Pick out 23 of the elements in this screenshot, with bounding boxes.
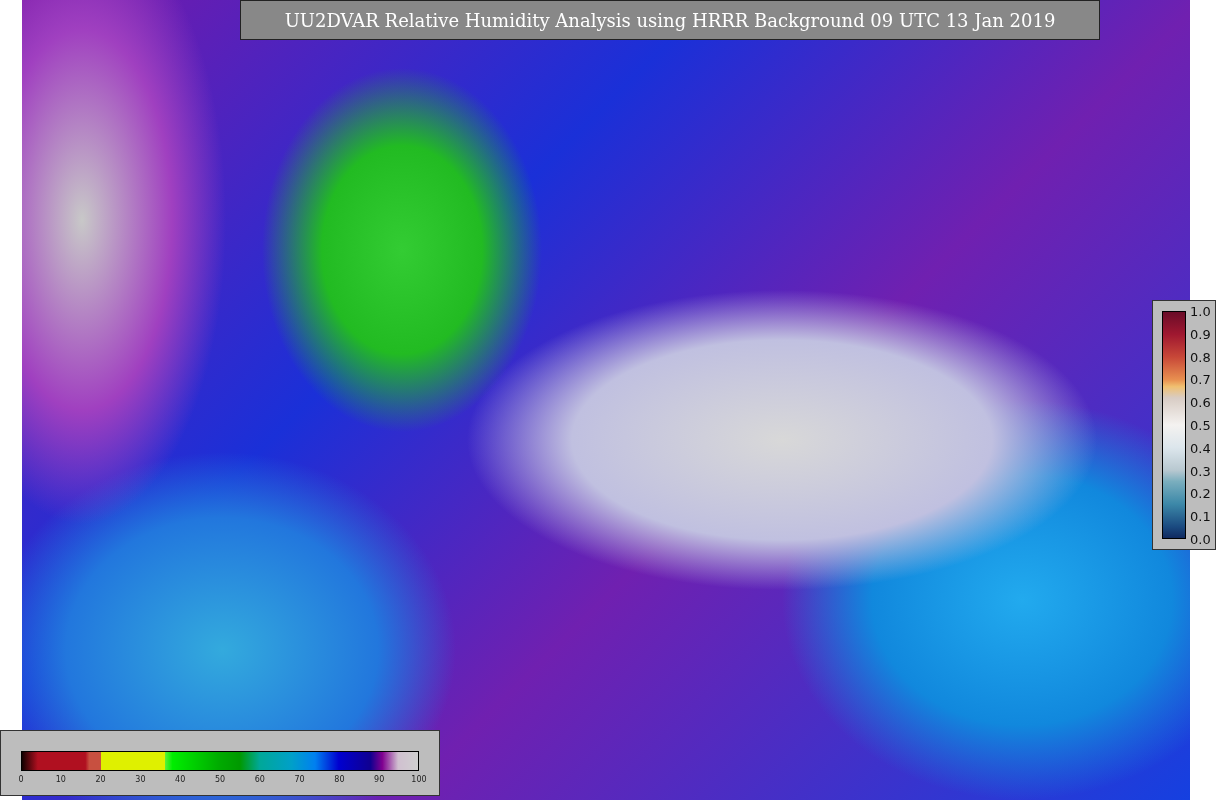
tick-label: 70 [294, 775, 305, 784]
tick-label: 0.8 [1190, 349, 1211, 365]
tick-label: 30 [135, 775, 146, 784]
tick-label: 20 [95, 775, 106, 784]
tick-label: 0 [18, 775, 24, 784]
tick-label: 0.7 [1190, 371, 1211, 387]
tick-label: 80 [334, 775, 345, 784]
tick-label: 1.0 [1190, 303, 1211, 319]
tick-label: 50 [214, 775, 226, 784]
tick-label: 0.9 [1190, 326, 1211, 342]
tick-label: 0.6 [1190, 394, 1211, 410]
tick-label: 10 [55, 775, 66, 784]
tick-label: 0.4 [1190, 440, 1211, 456]
tick-label: 0.2 [1190, 485, 1211, 501]
tick-label: 100 [411, 775, 427, 784]
tick-label: 0.1 [1190, 508, 1211, 524]
tick-label: 60 [254, 775, 265, 784]
tick-label: 0.3 [1190, 463, 1211, 479]
tick-label: 90 [374, 775, 385, 784]
tick-label: 0.0 [1190, 531, 1211, 547]
tick-label: 0.5 [1190, 417, 1211, 433]
map-title: UU2DVAR Relative Humidity Analysis using HRRR Background 09 UTC 13 Jan 2019 [240, 0, 1100, 40]
tick-label: 40 [175, 775, 186, 784]
